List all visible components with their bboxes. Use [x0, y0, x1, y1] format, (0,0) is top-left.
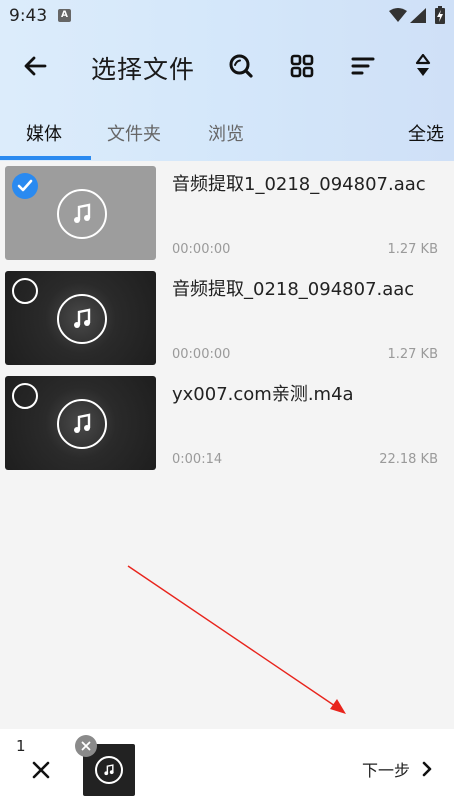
select-all-button[interactable]: 全选 [408, 120, 444, 146]
tab-browse[interactable]: 浏览 [208, 120, 244, 146]
file-size: 22.18 KB [379, 452, 438, 467]
close-icon [32, 761, 50, 779]
wifi-icon [389, 8, 407, 22]
unchecked-circle-icon[interactable] [12, 278, 38, 304]
grid-view-button[interactable] [282, 46, 322, 86]
back-arrow-icon [24, 56, 47, 76]
grid-view-icon [290, 54, 314, 78]
list-item[interactable]: 音频提取_0218_094807.aac 00:00:00 1.27 KB [0, 271, 454, 367]
remove-selected-button[interactable] [75, 735, 97, 757]
music-note-icon [56, 294, 107, 344]
next-step-button[interactable]: 下一步 [362, 757, 432, 781]
search-icon [229, 54, 253, 78]
tab-indicator [0, 156, 91, 160]
file-name: 音频提取_0218_094807.aac [172, 279, 415, 300]
tab-media[interactable]: 媒体 [26, 120, 62, 146]
unchecked-circle-icon[interactable] [12, 383, 38, 409]
battery-charging-icon [435, 6, 445, 24]
file-duration: 00:00:00 [172, 242, 231, 257]
file-size: 1.27 KB [387, 242, 438, 257]
file-thumbnail [5, 376, 156, 470]
sort-button[interactable] [343, 46, 383, 86]
filter-icon [415, 54, 431, 76]
list-item[interactable]: yx007.com亲测.m4a 0:00:14 22.18 KB [0, 376, 454, 472]
file-thumbnail [5, 271, 156, 365]
bottom-selection-bar: 1 下一步 [0, 729, 454, 807]
file-duration: 00:00:00 [172, 347, 231, 362]
list-item[interactable]: 音频提取1_0218_094807.aac 00:00:00 1.27 KB [0, 166, 454, 262]
music-note-icon [56, 189, 107, 239]
close-icon [81, 741, 91, 751]
tab-bar: 媒体 文件夹 浏览 全选 [0, 112, 454, 161]
page-title: 选择文件 [91, 55, 196, 84]
chevron-right-icon [422, 761, 432, 777]
file-duration: 0:00:14 [172, 452, 223, 467]
file-name: 音频提取1_0218_094807.aac [172, 174, 426, 195]
filter-button[interactable] [403, 46, 443, 86]
file-name: yx007.com亲测.m4a [172, 384, 354, 405]
file-thumbnail [5, 166, 156, 260]
music-note-icon [56, 399, 107, 449]
status-time: 9:43 [9, 6, 48, 26]
toolbar: 选择文件 [0, 36, 454, 96]
status-bar: 9:43 A [0, 0, 454, 32]
search-button[interactable] [221, 46, 261, 86]
signal-icon [410, 8, 426, 23]
file-size: 1.27 KB [387, 347, 438, 362]
notification-icon: A [58, 9, 71, 22]
selected-check-icon[interactable] [12, 173, 38, 199]
tab-folders[interactable]: 文件夹 [107, 120, 161, 146]
selected-count: 1 [16, 737, 26, 755]
back-button[interactable] [15, 46, 55, 86]
next-step-label: 下一步 [361, 761, 410, 780]
sort-icon [351, 57, 375, 75]
music-note-icon [95, 756, 123, 784]
clear-selection-button[interactable] [26, 755, 56, 785]
